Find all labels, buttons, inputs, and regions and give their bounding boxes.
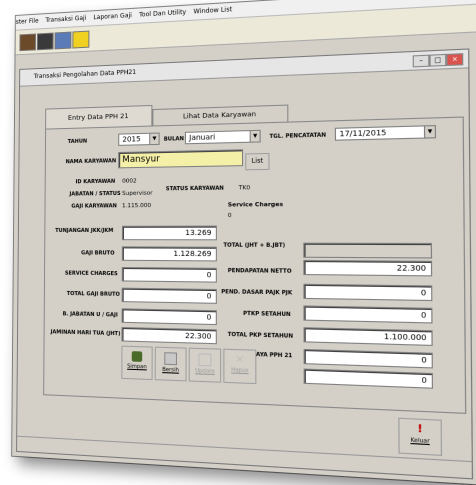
menu-file[interactable]: ster File <box>16 18 39 26</box>
ptkp-label: PTKP SETAHUN <box>243 310 291 319</box>
update-button[interactable]: Update <box>188 347 222 383</box>
menu-tool-utility[interactable]: Tool Dan Utility <box>139 9 186 19</box>
tgl-select[interactable]: 17/11/2015 ▼ <box>334 125 437 141</box>
chevron-down-icon: ▼ <box>149 133 159 145</box>
delete-icon: × <box>235 354 244 366</box>
chevron-down-icon: ▼ <box>423 126 435 138</box>
save-icon <box>131 351 143 362</box>
service-charges-field[interactable]: 0 <box>121 266 217 283</box>
bulan-label: BULAN <box>163 136 184 143</box>
simpan-button[interactable]: Simpan <box>121 345 153 381</box>
list-button[interactable]: List <box>245 152 270 171</box>
pph21-window: Transaksi Pengolahan Data PPH21 – □ × En… <box>16 48 474 480</box>
tunjangan-field[interactable]: 13.269 <box>121 225 217 241</box>
menu-window-list[interactable]: Window List <box>194 6 233 16</box>
jht-label: JAMINAN HARI TUA (JHT) <box>50 329 121 338</box>
tgl-label: TGL. PENCATATAN <box>269 132 327 141</box>
bersih-button[interactable]: Bersih <box>154 346 187 382</box>
jabatan-label: JABATAN / STATUS <box>69 190 121 198</box>
total-pkp-label: TOTAL PKP SETAHUN <box>227 331 294 340</box>
biaya-pph-field[interactable]: 0 <box>303 368 434 389</box>
b-jabatan-label: B. JABATAN U / GAJI <box>62 311 118 319</box>
ptkp-field[interactable]: 0 <box>303 305 433 324</box>
entry-panel: TAHUN 2015 ▼ BULAN Januari ▼ TGL. PENCAT… <box>43 116 467 414</box>
window-title: Transaksi Pengolahan Data PPH21 <box>33 68 137 81</box>
tahun-label: TAHUN <box>67 138 88 146</box>
maximize-icon[interactable]: □ <box>429 53 447 67</box>
chevron-down-icon: ▼ <box>249 130 260 142</box>
pend-dasar-field[interactable]: 0 <box>303 283 433 302</box>
edit-icon <box>198 353 212 367</box>
status-value: TK0 <box>238 185 251 192</box>
nama-field[interactable]: Mansyur <box>118 149 244 169</box>
jabatan-value: Supervisor <box>122 190 153 197</box>
keluar-button[interactable]: ! Keluar <box>398 417 443 456</box>
gaji-label: GAJI KARYAWAN <box>71 203 117 210</box>
nama-label: NAMA KARYAWAN <box>65 158 117 166</box>
minimize-icon[interactable]: – <box>412 54 430 68</box>
gaji-bruto-field[interactable]: 1.128.269 <box>121 246 217 262</box>
app-screen: ster File Transaksi Gaji Laporan Gaji To… <box>12 0 476 485</box>
door-icon[interactable] <box>19 33 37 52</box>
close-icon[interactable]: × <box>446 53 464 67</box>
menu-laporan-gaji[interactable]: Laporan Gaji <box>93 12 132 21</box>
bulan-select[interactable]: Januari ▼ <box>184 129 261 145</box>
tunjangan-label: TUNJANGAN JKK/JKM <box>55 227 114 234</box>
pendapatan-label: PENDAPATAN NETTO <box>227 267 292 275</box>
gaji-bruto-label: GAJI BRUTO <box>81 250 115 257</box>
document-icon[interactable] <box>54 31 72 50</box>
jht-field[interactable]: 22.300 <box>121 326 217 345</box>
id-value: 0002 <box>122 178 137 185</box>
hapus-button[interactable]: × Hapus <box>223 348 257 385</box>
biaya-field[interactable]: 0 <box>303 348 433 369</box>
status-label: STATUS KARYAWAN <box>165 185 224 193</box>
total-jht-label: TOTAL (JHT + B.JBT) <box>223 242 286 250</box>
window-titlebar: Transaksi Pengolahan Data PPH21 – □ × <box>20 49 469 87</box>
service-charges-field-label: SERVICE CHARGES <box>64 270 118 278</box>
mail-icon[interactable] <box>72 30 90 49</box>
service-charges-label: Service Charges <box>227 201 284 209</box>
menu-transaksi-gaji[interactable]: Transaksi Gaji <box>45 15 86 24</box>
tahun-select[interactable]: 2015 ▼ <box>118 132 160 146</box>
gaji-value: 1.115.000 <box>122 202 152 210</box>
pend-dasar-label: PEND. DASAR PAJK PJK <box>221 289 293 297</box>
total-gaji-label: TOTAL GAJI BRUTO <box>66 290 120 298</box>
b-jabatan-field[interactable]: 0 <box>121 308 217 326</box>
total-pkp-field[interactable]: 1.100.000 <box>303 327 433 346</box>
exit-icon: ! <box>417 423 423 436</box>
id-label: ID KARYAWAN <box>75 178 116 186</box>
people-icon[interactable] <box>36 32 54 51</box>
service-charges-value: 0 <box>227 212 232 220</box>
total-jht-field[interactable] <box>303 242 433 259</box>
total-gaji-field[interactable]: 0 <box>121 287 217 304</box>
clear-icon <box>164 352 178 366</box>
pendapatan-field[interactable]: 22.300 <box>303 259 433 277</box>
